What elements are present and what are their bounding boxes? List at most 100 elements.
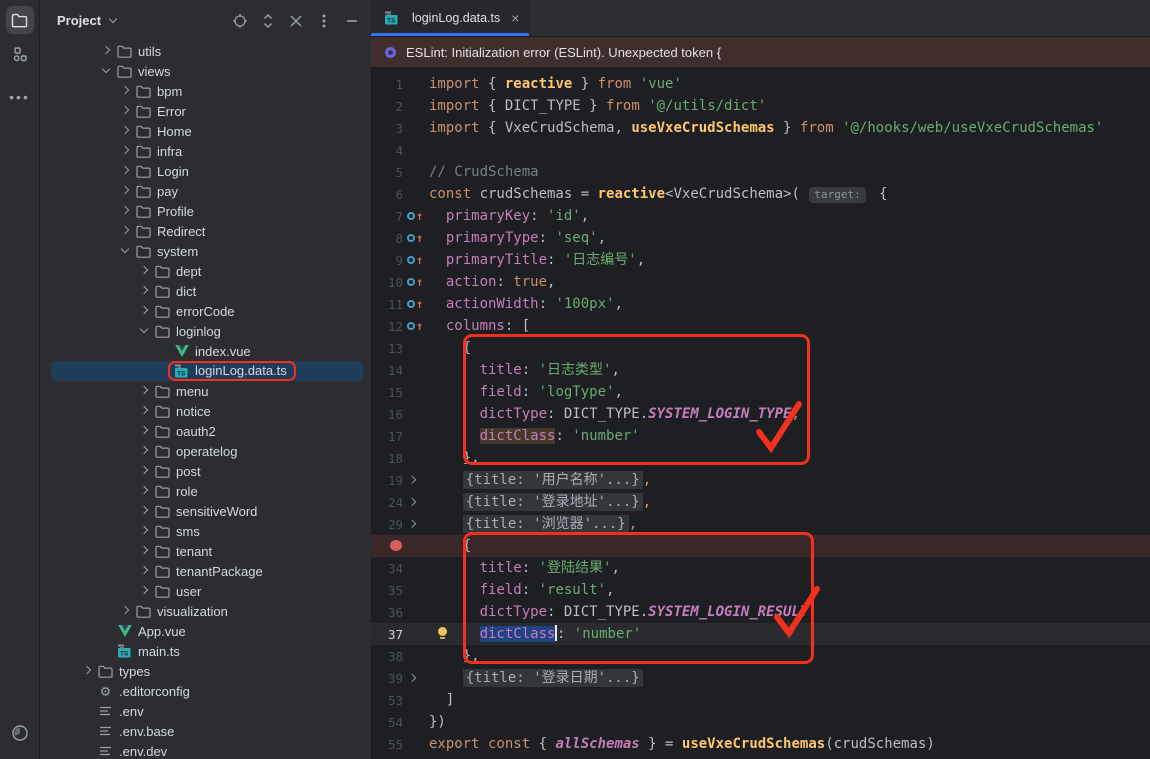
tree-item-system[interactable]: system: [41, 241, 371, 261]
tree-item-Home[interactable]: Home: [41, 121, 371, 141]
code-text[interactable]: actionWidth: '100px',: [429, 293, 1150, 315]
code-text[interactable]: [429, 139, 1150, 161]
tree-item-Profile[interactable]: Profile: [41, 201, 371, 221]
tree-item-tenantPackage[interactable]: tenantPackage: [41, 561, 371, 581]
chevron-right-icon[interactable]: [100, 45, 112, 57]
tree-item-user[interactable]: user: [41, 581, 371, 601]
tree-item-views[interactable]: views: [41, 61, 371, 81]
tree-item-index.vue[interactable]: index.vue: [41, 341, 371, 361]
chevron-down-icon[interactable]: [100, 65, 112, 77]
tree-item-App.vue[interactable]: App.vue: [41, 621, 371, 641]
kebab-menu-icon[interactable]: [315, 12, 333, 30]
folded-code-chunk[interactable]: {title: '用户名称'...}: [463, 471, 643, 489]
chevron-right-icon[interactable]: [119, 165, 131, 177]
chevron-right-icon[interactable]: [81, 665, 93, 677]
profiler-clock-icon[interactable]: [6, 719, 34, 747]
chevron-right-icon[interactable]: [119, 145, 131, 157]
override-gutter-icon[interactable]: ↑: [403, 277, 429, 287]
tree-item-.editorconfig[interactable]: ⚙.editorconfig: [41, 681, 371, 701]
tree-item-bpm[interactable]: bpm: [41, 81, 371, 101]
tree-item-visualization[interactable]: visualization: [41, 601, 371, 621]
code-line-10[interactable]: 10↑action: true,: [371, 271, 1150, 293]
code-line-7[interactable]: 7↑primaryKey: 'id',: [371, 205, 1150, 227]
override-gutter-icon[interactable]: ↑: [403, 211, 429, 221]
code-text[interactable]: // CrudSchema: [429, 161, 1150, 183]
chevron-right-icon[interactable]: [119, 225, 131, 237]
tree-item-oauth2[interactable]: oauth2: [41, 421, 371, 441]
fold-chevron-icon[interactable]: [403, 519, 429, 529]
chevron-down-icon[interactable]: [138, 325, 150, 337]
chevron-right-icon[interactable]: [138, 385, 150, 397]
code-text[interactable]: }): [429, 711, 1150, 733]
tree-item-operatelog[interactable]: operatelog: [41, 441, 371, 461]
structure-icon[interactable]: [6, 40, 34, 68]
fold-chevron-icon[interactable]: [403, 497, 429, 507]
hide-panel-icon[interactable]: [343, 12, 361, 30]
code-text[interactable]: {title: '登录日期'...}: [429, 667, 1150, 689]
code-editor[interactable]: 1import { reactive } from 'vue'2import {…: [371, 68, 1150, 759]
tree-item-.env[interactable]: .env: [41, 701, 371, 721]
code-text[interactable]: import { reactive } from 'vue': [429, 73, 1150, 95]
chevron-right-icon[interactable]: [138, 565, 150, 577]
eslint-error-banner[interactable]: ESLint: Initialization error (ESLint). U…: [371, 37, 1150, 67]
tree-item-dict[interactable]: dict: [41, 281, 371, 301]
chevron-right-icon[interactable]: [119, 85, 131, 97]
tree-item-Redirect[interactable]: Redirect: [41, 221, 371, 241]
code-text[interactable]: primaryKey: 'id',: [429, 205, 1150, 227]
folded-code-chunk[interactable]: {title: '登录日期'...}: [463, 669, 643, 687]
breakpoint-icon[interactable]: [371, 539, 403, 554]
override-gutter-icon[interactable]: ↑: [403, 255, 429, 265]
chevron-right-icon[interactable]: [138, 485, 150, 497]
code-text[interactable]: import { VxeCrudSchema, useVxeCrudSchema…: [429, 117, 1150, 139]
chevron-right-icon[interactable]: [119, 205, 131, 217]
expand-collapse-icon[interactable]: [259, 12, 277, 30]
code-text[interactable]: primaryType: 'seq',: [429, 227, 1150, 249]
chevron-right-icon[interactable]: [138, 525, 150, 537]
chevron-right-icon[interactable]: [138, 545, 150, 557]
chevron-right-icon[interactable]: [138, 445, 150, 457]
chevron-right-icon[interactable]: [119, 125, 131, 137]
project-panel-title[interactable]: Project: [57, 13, 101, 28]
code-text[interactable]: {title: '用户名称'...},: [429, 469, 1150, 491]
code-line-11[interactable]: 11↑actionWidth: '100px',: [371, 293, 1150, 315]
chevron-right-icon[interactable]: [119, 605, 131, 617]
code-line-24[interactable]: 24{title: '登录地址'...},: [371, 491, 1150, 513]
tree-item-.env.base[interactable]: .env.base: [41, 721, 371, 741]
tab-loginLog-data-ts[interactable]: TS loginLog.data.ts ×: [371, 0, 529, 36]
tree-item-sensitiveWord[interactable]: sensitiveWord: [41, 501, 371, 521]
override-gutter-icon[interactable]: ↑: [403, 321, 429, 331]
code-text[interactable]: const crudSchemas = reactive<VxeCrudSche…: [429, 183, 1150, 205]
locate-file-icon[interactable]: [231, 12, 249, 30]
chevron-right-icon[interactable]: [138, 305, 150, 317]
project-folder-icon[interactable]: [6, 6, 34, 34]
code-line-8[interactable]: 8↑primaryType: 'seq',: [371, 227, 1150, 249]
code-line-9[interactable]: 9↑primaryTitle: '日志编号',: [371, 249, 1150, 271]
tree-item-dept[interactable]: dept: [41, 261, 371, 281]
fold-chevron-icon[interactable]: [403, 475, 429, 485]
code-line-5[interactable]: 5// CrudSchema: [371, 161, 1150, 183]
code-line-1[interactable]: 1import { reactive } from 'vue': [371, 73, 1150, 95]
lightbulb-icon[interactable]: [438, 627, 448, 637]
collapse-all-icon[interactable]: [287, 12, 305, 30]
tree-item-post[interactable]: post: [41, 461, 371, 481]
code-line-53[interactable]: 53]: [371, 689, 1150, 711]
code-line-54[interactable]: 54}): [371, 711, 1150, 733]
tree-item-tenant[interactable]: tenant: [41, 541, 371, 561]
override-gutter-icon[interactable]: ↑: [403, 233, 429, 243]
tree-item-Error[interactable]: Error: [41, 101, 371, 121]
code-text[interactable]: {title: '登录地址'...},: [429, 491, 1150, 513]
tree-item-.env.dev[interactable]: .env.dev: [41, 741, 371, 759]
chevron-right-icon[interactable]: [138, 285, 150, 297]
code-text[interactable]: import { DICT_TYPE } from '@/utils/dict': [429, 95, 1150, 117]
tree-item-menu[interactable]: menu: [41, 381, 371, 401]
tree-item-sms[interactable]: sms: [41, 521, 371, 541]
override-gutter-icon[interactable]: ↑: [403, 299, 429, 309]
code-text[interactable]: primaryTitle: '日志编号',: [429, 249, 1150, 271]
chevron-right-icon[interactable]: [138, 505, 150, 517]
code-line-3[interactable]: 3import { VxeCrudSchema, useVxeCrudSchem…: [371, 117, 1150, 139]
chevron-down-icon[interactable]: [107, 15, 119, 27]
code-text[interactable]: action: true,: [429, 271, 1150, 293]
tree-item-types[interactable]: types: [41, 661, 371, 681]
chevron-right-icon[interactable]: [138, 425, 150, 437]
tree-item-errorCode[interactable]: errorCode: [41, 301, 371, 321]
